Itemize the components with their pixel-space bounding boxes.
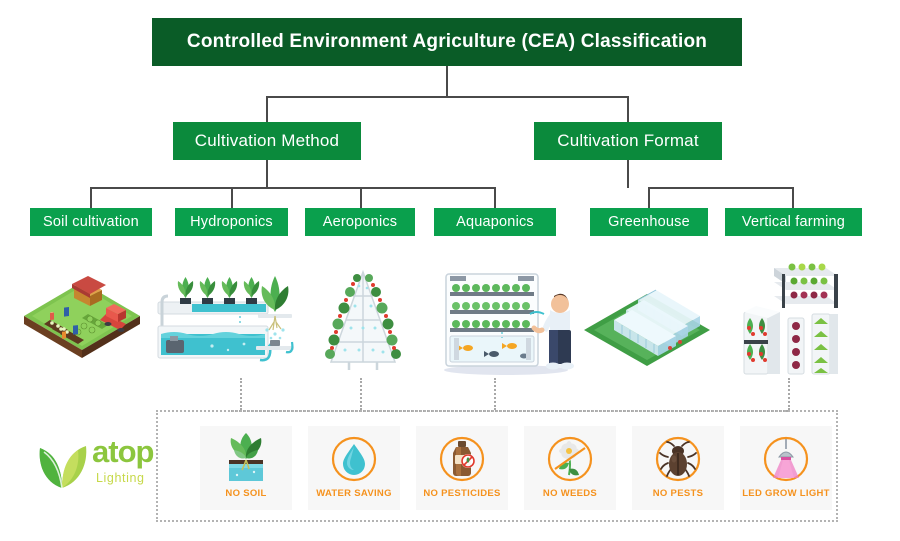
illustration-aeroponics: [305, 266, 421, 374]
benefits-panel: NO SOIL WATER SAVING NO PESTICIDES NO WE…: [156, 410, 838, 522]
root-node-label: Controlled Environment Agriculture (CEA)…: [186, 31, 708, 52]
benefit-label: NO SOIL: [225, 488, 267, 499]
benefit-label: NO WEEDS: [542, 488, 598, 499]
connector-format-horizontal: [648, 187, 793, 189]
leaf-node-hydroponics: Hydroponics: [175, 208, 288, 236]
dotted-connector-aquaponics: [494, 378, 496, 410]
connector-format-stem: [627, 160, 629, 188]
branch-node-cultivation-format: Cultivation Format: [534, 122, 722, 160]
connector-to-cultivation-format: [627, 96, 629, 122]
cea-classification-infographic: Controlled Environment Agriculture (CEA)…: [0, 0, 900, 541]
benefit-label: NO PESTS: [652, 488, 704, 499]
connector-method-to-hydroponics: [231, 187, 233, 208]
leaf-node-label: Soil cultivation: [43, 214, 139, 230]
illustration-vertical-farming: [740, 256, 860, 380]
root-node-cea-classification: Controlled Environment Agriculture (CEA)…: [152, 18, 742, 66]
benefit-no-weeds: NO WEEDS: [524, 426, 616, 510]
plant-in-water-icon: [223, 432, 269, 486]
leaf-node-label: Greenhouse: [608, 214, 690, 230]
leaf-node-aeroponics: Aeroponics: [305, 208, 415, 236]
leaf-node-label: Vertical farming: [741, 214, 846, 230]
benefit-no-soil: NO SOIL: [200, 426, 292, 510]
connector-to-cultivation-method: [266, 96, 268, 122]
water-drop-icon: [330, 432, 378, 486]
pesticide-bottle-prohibited-icon: [438, 432, 486, 486]
led-grow-lamp-icon: [762, 432, 810, 486]
vertical-farming-towers-illustration: [743, 263, 838, 375]
benefit-label: NO PESTICIDES: [423, 488, 501, 499]
branch-node-cultivation-method: Cultivation Method: [173, 122, 361, 160]
benefit-label: WATER SAVING: [316, 488, 392, 499]
connector-method-stem: [266, 160, 268, 188]
atop-lighting-logo: atop Lighting: [34, 434, 154, 494]
illustration-aquaponics: [436, 264, 576, 376]
connector-format-to-vertical: [792, 187, 794, 208]
weed-flower-prohibited-icon: [546, 432, 594, 486]
illustration-soil-cultivation: [22, 272, 142, 368]
leaf-node-vertical-farming: Vertical farming: [725, 208, 862, 236]
leaf-node-aquaponics: Aquaponics: [434, 208, 556, 236]
benefit-no-pesticides: NO PESTICIDES: [416, 426, 508, 510]
leaf-node-label: Hydroponics: [190, 214, 273, 230]
double-leaf-icon: [39, 446, 87, 489]
soil-farm-isometric-illustration: [24, 276, 140, 358]
logo-tagline: Lighting: [96, 471, 145, 485]
leaf-node-label: Aquaponics: [456, 214, 534, 230]
leaf-node-soil-cultivation: Soil cultivation: [30, 208, 152, 236]
logo-wordmark: atop: [92, 434, 154, 469]
leaf-node-greenhouse: Greenhouse: [590, 208, 708, 236]
benefit-water-saving: WATER SAVING: [308, 426, 400, 510]
dotted-connector-vertical-farming: [788, 378, 790, 410]
connector-root-stem: [446, 66, 448, 97]
dotted-connector-aeroponics: [360, 378, 362, 410]
branch-node-label: Cultivation Method: [194, 131, 340, 150]
branch-node-label: Cultivation Format: [557, 131, 699, 150]
benefit-label: LED GROW LIGHT: [742, 488, 830, 499]
connector-method-to-aquaponics: [494, 187, 496, 208]
aeroponics-mist-pot-illustration: [256, 276, 294, 354]
leaf-node-label: Aeroponics: [322, 214, 398, 230]
greenhouse-isometric-illustration: [584, 289, 710, 366]
illustration-aeroponics-mist-pot: [252, 272, 298, 368]
connector-format-to-greenhouse: [648, 187, 650, 208]
dotted-connector-hydroponics: [240, 378, 242, 410]
bug-prohibited-icon: [654, 432, 702, 486]
aquaponics-rack-with-person-illustration: [444, 273, 574, 375]
benefit-led-grow-light: LED GROW LIGHT: [740, 426, 832, 510]
illustration-greenhouse: [582, 272, 712, 372]
aeroponics-a-frame-illustration: [325, 269, 401, 370]
connector-method-horizontal: [90, 187, 495, 189]
connector-root-horizontal: [266, 96, 628, 98]
connector-method-to-soil: [90, 187, 92, 208]
connector-method-to-aeroponics: [360, 187, 362, 208]
benefit-no-pests: NO PESTS: [632, 426, 724, 510]
